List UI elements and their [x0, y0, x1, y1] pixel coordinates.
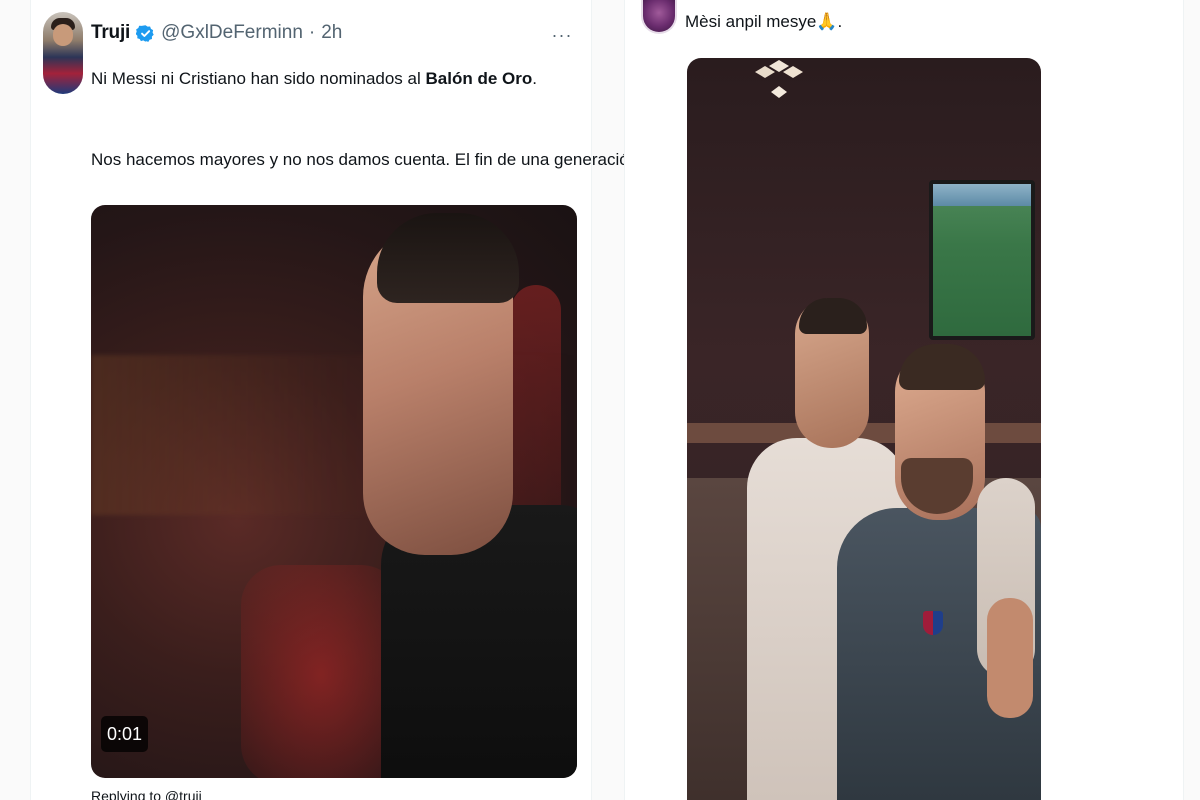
tweet-text: Mèsi anpil mesye🙏.: [685, 12, 843, 31]
person-right-hair: [899, 344, 985, 390]
tweet-text-suffix: .: [532, 69, 537, 88]
video-duration-badge: 0:01: [101, 716, 149, 752]
author-avatar[interactable]: [641, 0, 677, 34]
tweet-header: Truji @GxlDeFerminn · 2h: [91, 22, 342, 44]
author-handle[interactable]: @GxlDeFerminn: [161, 22, 303, 44]
tweet-text-bold: Balón de Oro: [425, 69, 533, 88]
tv-screen-stands: [933, 184, 1031, 206]
tweet-timestamp[interactable]: 2h: [321, 22, 342, 44]
tweet-image[interactable]: [687, 58, 1041, 800]
page-background-left: [0, 0, 30, 800]
tweet-truji[interactable]: Truji @GxlDeFerminn · 2h ··· Ni Messi ni…: [30, 0, 643, 800]
separator-dot: ·: [308, 22, 316, 43]
tweet-video[interactable]: 0:01: [91, 205, 577, 778]
tweet-text-line2: Nos hacemos mayores y no nos damos cuent…: [91, 150, 643, 169]
video-person-hair: [377, 213, 519, 303]
person-left-hair: [799, 298, 867, 334]
more-options-icon[interactable]: ···: [551, 24, 573, 46]
page-background-gap: [592, 0, 624, 800]
tweet-right[interactable]: Mèsi anpil mesye🙏.: [624, 0, 1184, 800]
person-left-hand: [987, 598, 1033, 718]
tweet-text-line1: Ni Messi ni Cristiano han sido nominados…: [91, 69, 537, 89]
club-crest-icon: [923, 611, 943, 635]
author-name[interactable]: Truji: [91, 22, 130, 44]
video-background-red-blur: [241, 565, 401, 778]
tweet-text-prefix: Ni Messi ni Cristiano han sido nominados…: [91, 69, 426, 88]
verified-badge-icon: [136, 24, 154, 42]
author-avatar[interactable]: [43, 12, 83, 94]
avatar-face: [53, 24, 73, 46]
ceiling-lamp-icon: [755, 60, 803, 98]
page-background-right: [1184, 0, 1200, 800]
tweet-cut-off-text: Replying to @truji_: [91, 788, 210, 800]
